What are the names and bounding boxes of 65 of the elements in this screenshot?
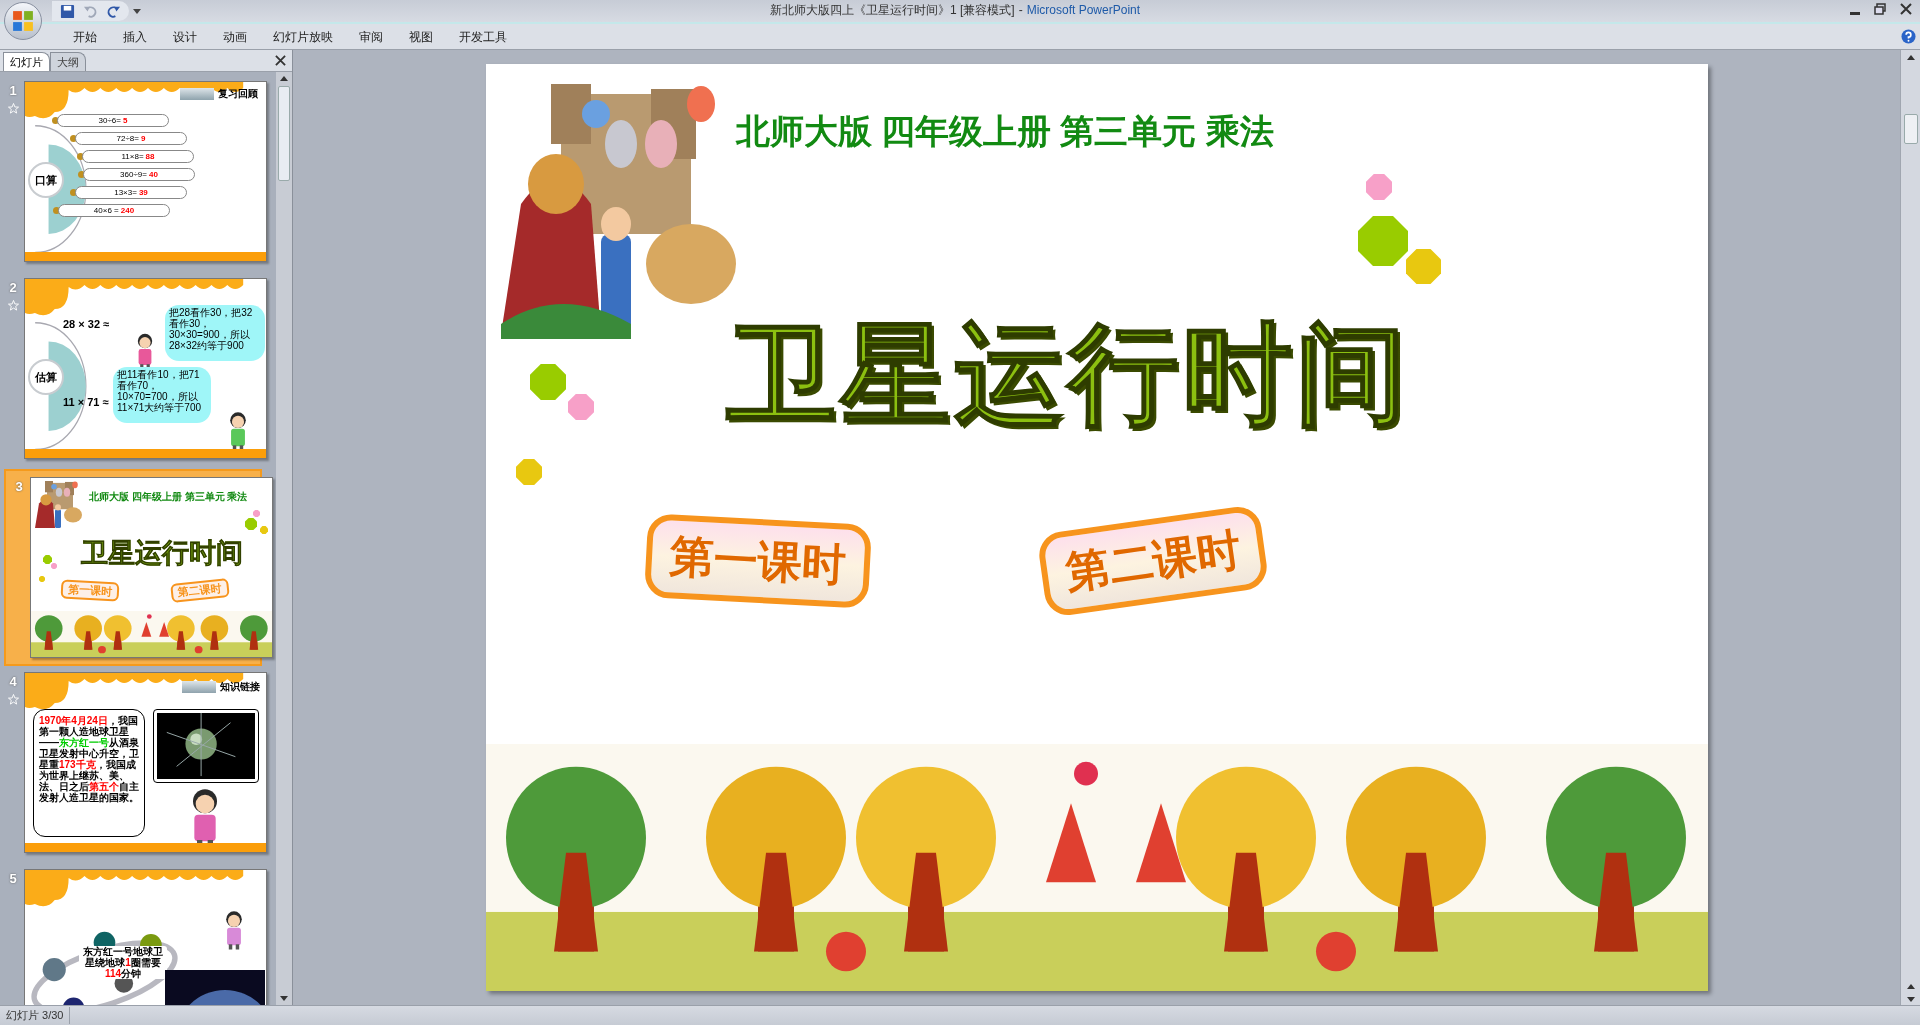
orbit-text: 东方红一号地球卫星绕地球1圈需要 114分钟 bbox=[79, 946, 167, 979]
problem-text: 28 × 32 ≈ bbox=[63, 319, 110, 330]
help-icon[interactable] bbox=[1901, 29, 1916, 44]
ribbon-tab[interactable]: 开发工具 bbox=[446, 27, 520, 46]
minimize-button[interactable] bbox=[1850, 11, 1860, 15]
close-icon[interactable] bbox=[1900, 3, 1912, 15]
octagon-icon bbox=[515, 459, 542, 485]
panel-tab[interactable]: 大纲 bbox=[50, 52, 86, 71]
redo-icon[interactable] bbox=[106, 3, 121, 19]
ribbon-tab[interactable]: 幻灯片放映 bbox=[260, 27, 346, 46]
slide-number: 2 bbox=[9, 279, 17, 297]
ribbon-tab[interactable]: 插入 bbox=[110, 27, 160, 46]
close-icon[interactable] bbox=[275, 55, 286, 66]
octagon-icon bbox=[529, 364, 566, 400]
plate-title: 知识链接 bbox=[220, 682, 260, 692]
slide-subtitle: 北师大版 四年级上册 第三单元 乘法 bbox=[735, 114, 1274, 148]
octagon-icon bbox=[1357, 216, 1408, 266]
scroll-thumb[interactable] bbox=[278, 86, 290, 181]
equation-pill: 11×8= 88 bbox=[82, 150, 194, 163]
save-icon[interactable] bbox=[60, 3, 75, 19]
equation-pill: 72÷8= 9 bbox=[75, 132, 187, 145]
octagon-icon bbox=[1365, 174, 1392, 200]
info-text: 1970年4月24日，我国第一颗人造地球卫星——东方红一号从酒泉卫星发射中心升空，卫星重173千克，我国成为世界上继苏、美、法、日之后第五个自主发射人造卫星的国家。 bbox=[33, 709, 145, 837]
ribbon-tab[interactable]: 开始 bbox=[60, 27, 110, 46]
restore-icon[interactable] bbox=[1874, 3, 1886, 15]
ribbon-tab[interactable]: 设计 bbox=[160, 27, 210, 46]
equation-pill: 360÷9= 40 bbox=[83, 168, 195, 181]
equation-pill: 40×6 = 240 bbox=[58, 204, 170, 217]
previous-slide-icon[interactable] bbox=[1906, 983, 1915, 991]
scroll-down-icon[interactable] bbox=[280, 994, 288, 1002]
scroll-up-icon[interactable] bbox=[1906, 54, 1915, 62]
office-logo-icon bbox=[12, 10, 34, 32]
title-plate bbox=[182, 681, 216, 693]
octagon-icon bbox=[260, 526, 268, 534]
slide-title: 卫星运行时间 bbox=[81, 540, 243, 567]
speech-bubble: 把28看作30，把32看作30，30×30=900，所以28×32约等于900 bbox=[165, 305, 265, 361]
slide-thumbnail[interactable]: 1 复习回顾 口算 30÷6= 5 72÷8= 9 11×8= 88 360÷9= 40 13×3= 39 40×6 = 240 bbox=[0, 75, 276, 272]
scroll-thumb[interactable] bbox=[1903, 114, 1918, 144]
next-slide-icon[interactable] bbox=[1906, 995, 1915, 1003]
ribbon-tab[interactable]: 动画 bbox=[210, 27, 260, 46]
problem-text: 11 × 71 ≈ bbox=[63, 397, 109, 408]
slide-number: 4 bbox=[9, 673, 17, 691]
slide-thumbnail[interactable]: 4 知识链接 1970年4月24日，我国第一颗人造地球卫星——东方红一号从酒泉卫星发射中心升空，卫星重173千克，我国成为世界上继苏、美、法、日之后第五个自主发射人造卫星的国家。 bbox=[0, 666, 276, 863]
window-title: 新北师大版四上《卫星运行时间》1 [兼容模式] - Microsoft PowerPoint bbox=[770, 4, 1141, 16]
octagon-icon bbox=[567, 394, 594, 420]
slide-counter: 幻灯片 3/30 bbox=[0, 1007, 71, 1024]
slide-title: 卫星运行时间 bbox=[725, 319, 1410, 429]
office-button[interactable] bbox=[4, 2, 42, 40]
equation-pill: 30÷6= 5 bbox=[57, 114, 169, 127]
title-plate bbox=[180, 88, 214, 100]
plate-title: 复习回顾 bbox=[218, 89, 258, 99]
ribbon-tab[interactable]: 视图 bbox=[396, 27, 446, 46]
panel-tab[interactable]: 幻灯片 bbox=[3, 52, 50, 71]
scroll-up-icon[interactable] bbox=[280, 75, 288, 83]
equation-pill: 13×3= 39 bbox=[75, 186, 187, 199]
slide-number: 3 bbox=[15, 478, 23, 496]
octagon-icon bbox=[39, 576, 45, 582]
customize-icon[interactable] bbox=[133, 7, 141, 15]
slide-subtitle: 北师大版 四年级上册 第三单元 乘法 bbox=[89, 492, 248, 502]
slide-number: 1 bbox=[9, 82, 17, 100]
slide-number: 5 bbox=[9, 870, 17, 888]
slide-thumbnail[interactable]: 5 东方红一号地球卫星绕地球1圈需要 114分钟 bbox=[0, 863, 276, 1005]
speech-bubble: 把11看作10，把71看作70，10×70=700，所以11×71大约等于700 bbox=[113, 367, 211, 423]
ribbon-tab[interactable]: 审阅 bbox=[346, 27, 396, 46]
octagon-icon bbox=[1405, 249, 1441, 284]
